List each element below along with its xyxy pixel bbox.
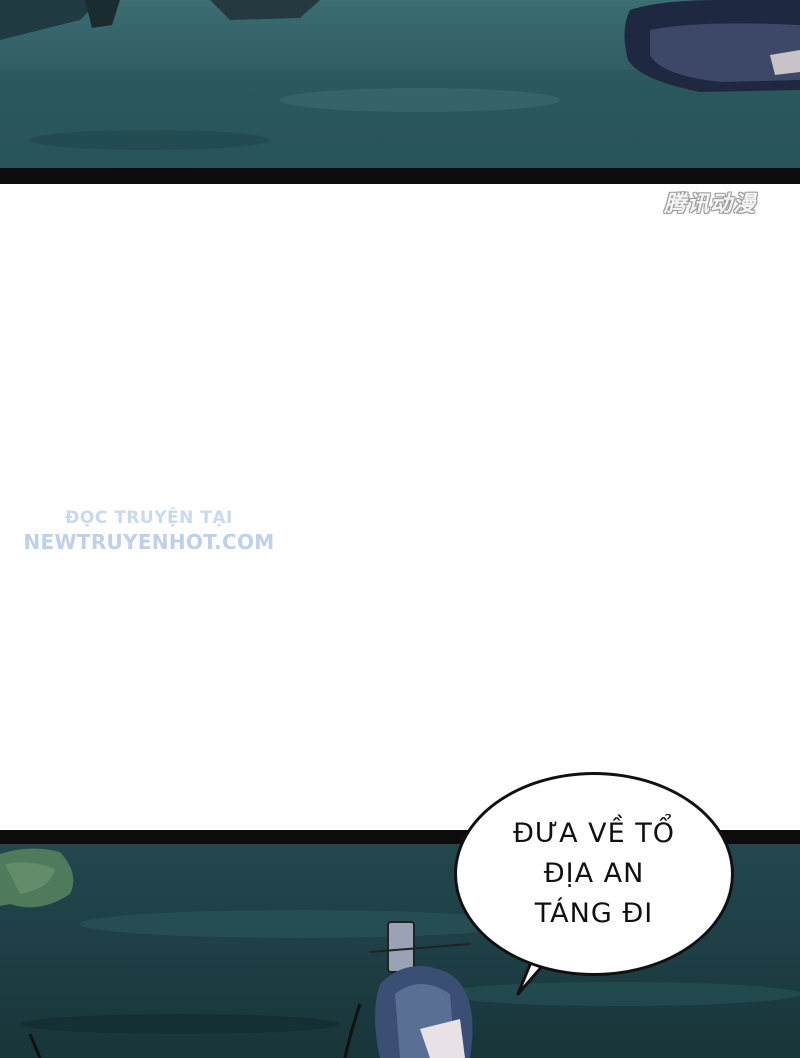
site-watermark-line2: NEWTRUYENHOT.COM <box>23 530 275 554</box>
publisher-logo-watermark: 腾讯动漫 <box>664 192 757 217</box>
speech-line-2: ĐỊA AN <box>543 858 645 889</box>
site-watermark: ĐỌC TRUYỆN TẠI NEWTRUYENHOT.COM <box>18 508 280 554</box>
comic-panel-top <box>0 0 800 168</box>
night-ground-scene <box>0 0 800 168</box>
panel-border-top <box>0 168 800 184</box>
speech-bubble: ĐƯA VỀ TỔ ĐỊA AN TÁNG ĐI <box>454 772 734 976</box>
site-watermark-line1: ĐỌC TRUYỆN TẠI <box>65 508 233 528</box>
speech-line-3: TÁNG ĐI <box>534 898 654 929</box>
speech-line-1: ĐƯA VỀ TỔ <box>513 818 675 849</box>
